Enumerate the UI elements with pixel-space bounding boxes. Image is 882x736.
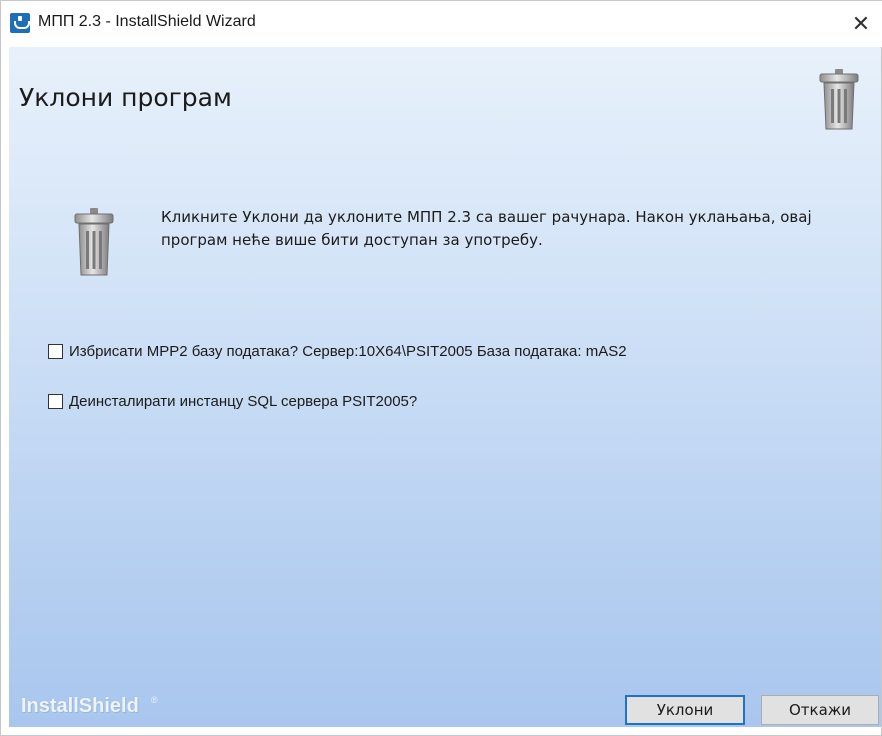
title-bar: МПП 2.3 - InstallShield Wizard ✕ — [1, 1, 882, 47]
remove-description: Кликните Уклони да уклоните МПП 2.3 са в… — [161, 208, 812, 249]
installer-window: МПП 2.3 - InstallShield Wizard ✕ Уклони … — [0, 0, 882, 736]
window-title: МПП 2.3 - InstallShield Wizard — [38, 13, 256, 30]
delete-database-label: Избрисати MPP2 базу података? Сервер:10X… — [69, 343, 627, 360]
close-button[interactable]: ✕ — [839, 1, 882, 47]
close-icon: ✕ — [851, 11, 871, 37]
remove-button[interactable]: Уклони — [625, 695, 745, 725]
installshield-logo: InstallShield — [21, 695, 139, 717]
installshield-trademark: ® — [151, 695, 158, 705]
delete-database-option[interactable]: Избрисати MPP2 базу података? Сервер:10X… — [48, 343, 627, 360]
app-icon — [10, 13, 30, 33]
trash-bin-icon — [74, 208, 114, 276]
uninstall-sql-instance-checkbox[interactable] — [48, 394, 63, 409]
uninstall-sql-instance-option[interactable]: Деинсталирати инстанцу SQL сервера PSIT2… — [48, 393, 417, 410]
delete-database-checkbox[interactable] — [48, 344, 63, 359]
page-title: Уклони програм — [19, 83, 232, 112]
trash-bin-icon — [819, 69, 859, 130]
uninstall-sql-instance-label: Деинсталирати инстанцу SQL сервера PSIT2… — [69, 393, 418, 410]
cancel-button[interactable]: Откажи — [761, 695, 879, 725]
wizard-panel: Уклони програм Кликните Уклони да уклони… — [9, 47, 881, 727]
